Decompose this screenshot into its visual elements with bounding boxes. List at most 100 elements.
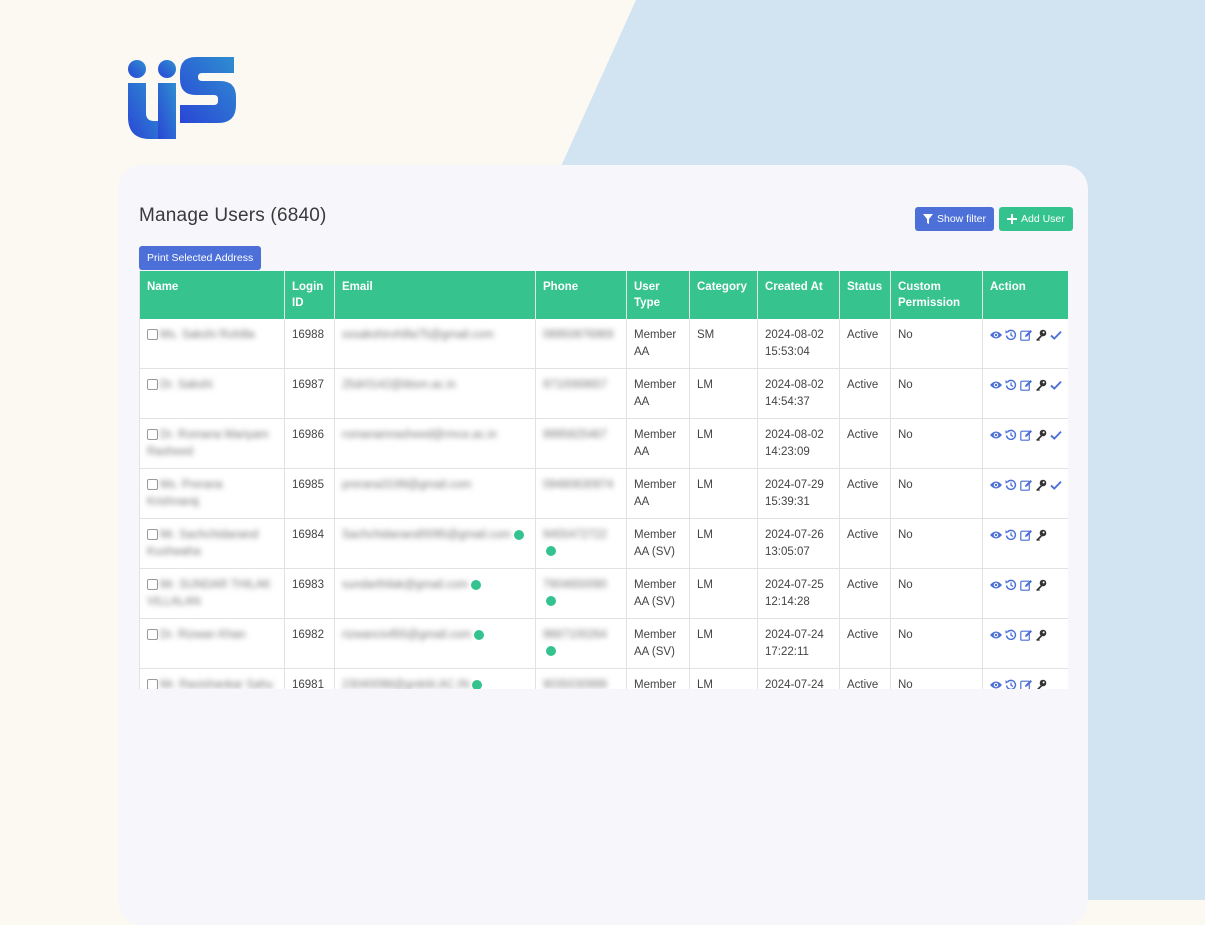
category-cell: LM bbox=[689, 518, 758, 569]
view-icon[interactable] bbox=[990, 329, 1002, 341]
key-icon[interactable] bbox=[1035, 379, 1047, 391]
view-icon[interactable] bbox=[990, 579, 1002, 591]
history-icon[interactable] bbox=[1005, 379, 1017, 391]
show-filter-button[interactable]: Show filter bbox=[915, 207, 995, 231]
table-header-row: Name Login ID Email Phone User Type Cate… bbox=[139, 271, 1068, 319]
column-header[interactable]: Category bbox=[689, 271, 758, 319]
name-cell: Dr. Romana Mariyam Rasheed bbox=[139, 418, 285, 469]
created-at-cell: 2024-08-02 15:53:04 bbox=[757, 319, 840, 369]
category-cell: SM bbox=[689, 319, 758, 369]
user-email: sundarthilak@gmail.com bbox=[342, 579, 469, 591]
custom-permission-cell: No bbox=[890, 418, 983, 469]
row-checkbox[interactable] bbox=[147, 429, 158, 440]
user-email: Sachchidanand0095@gmail.com bbox=[342, 529, 511, 541]
user-phone: 9710069657 bbox=[543, 379, 607, 391]
column-header[interactable]: Login ID bbox=[284, 271, 335, 319]
table-row: Mr. Sachchidanand Kushwaha 16984 Sachchi… bbox=[139, 518, 1068, 569]
created-at-cell: 2024-07-26 13:05:07 bbox=[757, 518, 840, 569]
row-checkbox[interactable] bbox=[147, 629, 158, 640]
column-header[interactable]: Name bbox=[139, 271, 285, 319]
history-icon[interactable] bbox=[1005, 629, 1017, 641]
category-cell: LM bbox=[689, 618, 758, 669]
key-icon[interactable] bbox=[1035, 329, 1047, 341]
history-icon[interactable] bbox=[1005, 479, 1017, 491]
user-phone: 7904650090 bbox=[543, 579, 607, 591]
key-icon[interactable] bbox=[1035, 679, 1047, 689]
column-header[interactable]: Created At bbox=[757, 271, 840, 319]
key-icon[interactable] bbox=[1035, 479, 1047, 491]
login-id-cell: 16984 bbox=[284, 518, 335, 569]
edit-icon[interactable] bbox=[1020, 679, 1032, 689]
view-icon[interactable] bbox=[990, 679, 1002, 689]
users-table: Name Login ID Email Phone User Type Cate… bbox=[139, 271, 1068, 689]
name-cell: Mr. Sachchidanand Kushwaha bbox=[139, 518, 285, 569]
table-body: Ms. Sakshi Rohilla 16988 sssakshirohilla… bbox=[139, 319, 1068, 689]
user-email: sssakshirohilla75@gmail.com bbox=[342, 329, 494, 341]
status-cell: Active bbox=[839, 568, 891, 619]
user-type-cell: Member AA bbox=[626, 468, 690, 519]
approve-check-icon[interactable] bbox=[1050, 429, 1062, 441]
custom-permission-cell: No bbox=[890, 568, 983, 619]
key-icon[interactable] bbox=[1035, 629, 1047, 641]
key-icon[interactable] bbox=[1035, 429, 1047, 441]
approve-check-icon[interactable] bbox=[1050, 379, 1062, 391]
email-verified-icon bbox=[474, 629, 485, 640]
row-checkbox[interactable] bbox=[147, 479, 158, 490]
column-header[interactable]: User Type bbox=[626, 271, 690, 319]
category-cell: LM bbox=[689, 468, 758, 519]
row-checkbox[interactable] bbox=[147, 579, 158, 590]
column-header[interactable]: Email bbox=[334, 271, 536, 319]
created-at-cell: 2024-07-24 17:22:11 bbox=[757, 618, 840, 669]
key-icon[interactable] bbox=[1035, 579, 1047, 591]
user-type-cell: Member AA bbox=[626, 418, 690, 469]
created-at-cell: 2024-08-02 14:23:09 bbox=[757, 418, 840, 469]
view-icon[interactable] bbox=[990, 429, 1002, 441]
history-icon[interactable] bbox=[1005, 579, 1017, 591]
user-type-cell: Member AA (SV) bbox=[626, 518, 690, 569]
created-at-cell: 2024-07-25 12:14:28 bbox=[757, 568, 840, 619]
edit-icon[interactable] bbox=[1020, 629, 1032, 641]
status-cell: Active bbox=[839, 518, 891, 569]
column-header[interactable]: Phone bbox=[535, 271, 627, 319]
edit-icon[interactable] bbox=[1020, 379, 1032, 391]
add-user-button[interactable]: Add User bbox=[999, 207, 1073, 231]
table-row: Ms. Prerana Krishnaraj 16985 prerana3199… bbox=[139, 468, 1068, 519]
row-checkbox[interactable] bbox=[147, 379, 158, 390]
print-selected-address-button[interactable]: Print Selected Address bbox=[139, 246, 262, 270]
status-cell: Active bbox=[839, 368, 891, 419]
view-icon[interactable] bbox=[990, 379, 1002, 391]
user-email: romanamrasheed@rmce.ac.in bbox=[342, 429, 497, 441]
approve-check-icon[interactable] bbox=[1050, 479, 1062, 491]
custom-permission-cell: No bbox=[890, 518, 983, 569]
view-icon[interactable] bbox=[990, 629, 1002, 641]
name-cell: Ms. Prerana Krishnaraj bbox=[139, 468, 285, 519]
edit-icon[interactable] bbox=[1020, 429, 1032, 441]
edit-icon[interactable] bbox=[1020, 479, 1032, 491]
user-name: Mr. Sachchidanand Kushwaha bbox=[147, 529, 259, 558]
history-icon[interactable] bbox=[1005, 679, 1017, 689]
edit-icon[interactable] bbox=[1020, 579, 1032, 591]
history-icon[interactable] bbox=[1005, 329, 1017, 341]
status-cell: Active bbox=[839, 668, 891, 689]
user-name: Dr. Sakshi bbox=[160, 379, 213, 391]
history-icon[interactable] bbox=[1005, 529, 1017, 541]
action-cell bbox=[982, 368, 1068, 419]
column-header[interactable]: Custom Permission bbox=[890, 271, 983, 319]
approve-check-icon[interactable] bbox=[1050, 329, 1062, 341]
row-checkbox[interactable] bbox=[147, 679, 158, 689]
category-cell: LM bbox=[689, 568, 758, 619]
column-header[interactable]: Action bbox=[982, 271, 1068, 319]
edit-icon[interactable] bbox=[1020, 329, 1032, 341]
phone-cell: 08950876969 bbox=[535, 319, 627, 369]
brand-logo bbox=[128, 57, 236, 139]
column-header[interactable]: Status bbox=[839, 271, 891, 319]
name-cell: Mr. SUNDAR THILAK VILLALAN bbox=[139, 568, 285, 619]
row-checkbox[interactable] bbox=[147, 329, 158, 340]
view-icon[interactable] bbox=[990, 529, 1002, 541]
action-cell bbox=[982, 418, 1068, 469]
edit-icon[interactable] bbox=[1020, 529, 1032, 541]
row-checkbox[interactable] bbox=[147, 529, 158, 540]
view-icon[interactable] bbox=[990, 479, 1002, 491]
key-icon[interactable] bbox=[1035, 529, 1047, 541]
history-icon[interactable] bbox=[1005, 429, 1017, 441]
